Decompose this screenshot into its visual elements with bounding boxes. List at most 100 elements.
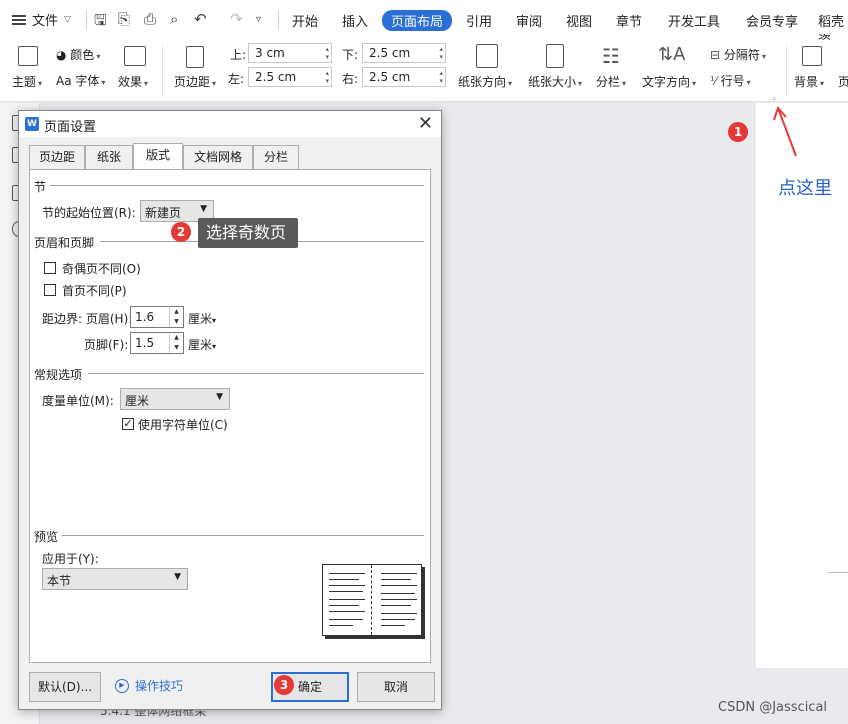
orientation-button[interactable]: 纸张方向 ▾ (458, 73, 512, 90)
char-unit-checkbox[interactable]: ✓ (122, 418, 134, 430)
margin-icon[interactable] (186, 46, 204, 68)
divider (62, 535, 424, 536)
effect-icon[interactable] (124, 46, 146, 66)
font-button[interactable]: Aa 字体 ▾ (56, 72, 105, 89)
odd-even-checkbox[interactable] (44, 262, 56, 274)
divider (162, 46, 163, 96)
chevron-down-icon: ▼ (200, 204, 207, 214)
tab-chapter[interactable]: 章节 (616, 11, 642, 30)
bottom-margin-input[interactable]: 2.5 cm ▴ ▾ (362, 43, 446, 63)
divider (86, 10, 87, 30)
odd-even-label: 奇偶页不同(O) (62, 262, 141, 276)
line-number-button[interactable]: ⅟ 行号 ▾ (710, 72, 751, 89)
ribbon: 主题 ▾ ◕ 颜色 ▾ Aa 字体 ▾ 效果 ▾ 页边距 ▾ 上: 3 cm ▴ ▾ 左: 2… (0, 40, 848, 102)
right-margin-input[interactable]: 2.5 cm ▴ ▾ (362, 67, 446, 87)
first-page-label: 首页不同(P) (62, 284, 127, 298)
tab-review[interactable]: 审阅 (516, 11, 542, 30)
tab-view[interactable]: 视图 (566, 11, 592, 30)
orientation-icon[interactable] (476, 44, 498, 68)
margin-button[interactable]: 页边距 ▾ (174, 73, 216, 90)
footer-unit-select[interactable]: 厘米▾ (188, 336, 216, 353)
dialog-title: 页面设置 (44, 120, 97, 135)
close-icon[interactable]: ✕ (418, 113, 433, 134)
section-heading: 节 (34, 180, 47, 194)
first-page-checkbox[interactable] (44, 284, 56, 296)
preview-right-page (377, 569, 421, 631)
tooltip-select-odd-page: 选择奇数页 (198, 218, 298, 248)
theme-button[interactable]: 主题 ▾ (12, 73, 42, 90)
text-direction-button[interactable]: 文字方向 ▾ (642, 73, 696, 90)
tab-developer[interactable]: 开发工具 (668, 11, 720, 30)
watermark: CSDN @Jasscical (718, 700, 828, 715)
measure-unit-label: 度量单位(M): (42, 394, 114, 408)
left-margin-label: 左: (228, 72, 245, 86)
hamburger-icon (12, 14, 26, 25)
tab-home[interactable]: 开始 (292, 11, 318, 30)
divider (50, 185, 424, 186)
tips-link[interactable]: ▶ 操作技巧 (115, 677, 183, 694)
tab-references[interactable]: 引用 (466, 11, 492, 30)
preview-left-page (327, 569, 371, 631)
tab-page-layout[interactable]: 页面布局 (382, 10, 453, 31)
top-margin-label: 上: (230, 48, 247, 62)
left-margin-input[interactable]: 2.5 cm ▴ ▾ (248, 67, 332, 87)
divider (278, 10, 279, 30)
default-button[interactable]: 默认(D)... (29, 672, 101, 702)
print-icon[interactable]: ⎙ (144, 10, 156, 28)
menu-bar: 文件 ▽ 🖫 ⎘ ⎙ ⌕ ↶ ↷ ▿ 开始 插入 页面布局 引用 审阅 视图 章… (0, 0, 848, 49)
top-margin-input[interactable]: 3 cm ▴ ▾ (248, 43, 332, 63)
paper-size-button[interactable]: 纸张大小 ▾ (528, 73, 582, 90)
header-unit-select[interactable]: 厘米▾ (188, 310, 216, 327)
tab-margins[interactable]: 页边距 (29, 145, 85, 169)
wps-icon: W (25, 117, 39, 131)
tab-columns[interactable]: 分栏 (253, 145, 299, 169)
effect-button[interactable]: 效果 ▾ (118, 73, 148, 90)
footer-distance-input[interactable]: 1.5 ▲ ▼ (130, 332, 184, 354)
play-icon: ▶ (115, 678, 129, 693)
right-margin-label: 右: (342, 72, 359, 86)
header-distance-label: 距边界: 页眉(H): (42, 312, 133, 326)
paper-size-icon[interactable] (546, 44, 564, 68)
step-badge-3: 3 (274, 675, 294, 695)
divider (88, 373, 424, 374)
page-setup-dialog: W 页面设置 ✕ 页边距 纸张 版式 文档网格 分栏 节 节的起始位置(R): … (18, 110, 442, 710)
file-menu[interactable]: 文件 ▽ (12, 10, 71, 29)
more-icon[interactable]: ▿ (256, 14, 261, 25)
chevron-down-icon: ▼ (216, 392, 223, 402)
page-margin-mark (828, 572, 848, 573)
header-distance-input[interactable]: 1.6 ▲ ▼ (130, 306, 184, 328)
undo-icon[interactable]: ↶ (194, 10, 207, 28)
step-badge-1: 1 (728, 122, 748, 142)
preview-spine (371, 565, 373, 635)
tab-paper[interactable]: 纸张 (85, 145, 133, 169)
footer-distance-label: 页脚(F): (84, 338, 129, 352)
background-icon[interactable] (802, 46, 822, 66)
color-button[interactable]: ◕ 颜色 ▾ (56, 46, 100, 63)
apply-to-label: 应用于(Y): (42, 552, 99, 566)
cancel-button[interactable]: 取消 (357, 672, 435, 702)
theme-icon[interactable] (18, 46, 38, 66)
tab-member[interactable]: 会员专享 (746, 11, 798, 30)
annotation-arrow-icon (773, 106, 797, 157)
chevron-down-icon: ▼ (174, 572, 181, 582)
redo-icon[interactable]: ↷ (230, 10, 243, 28)
file-menu-label: 文件 (32, 14, 59, 29)
columns-button[interactable]: 分栏 ▾ (596, 73, 626, 90)
separator-button[interactable]: ⊟ 分隔符 ▾ (710, 46, 766, 63)
page-setup-launcher-icon[interactable]: ⌟ (772, 92, 776, 101)
tab-insert[interactable]: 插入 (342, 11, 368, 30)
tab-doc-grid[interactable]: 文档网格 (183, 145, 253, 169)
tab-layout[interactable]: 版式 (133, 143, 183, 170)
text-direction-icon[interactable]: ⇅A (658, 44, 685, 65)
background-button[interactable]: 背景 ▾ (794, 73, 824, 90)
apply-to-select[interactable]: 本节 ▼ (42, 568, 188, 590)
export-icon[interactable]: ⎘ (118, 10, 130, 28)
spinner-icon: ▲ ▼ (169, 307, 183, 327)
preview-heading: 预览 (34, 530, 59, 544)
measure-unit-select[interactable]: 厘米 ▼ (120, 388, 230, 410)
print-preview-icon[interactable]: ⌕ (170, 10, 178, 28)
chevron-down-icon: ▽ (64, 14, 71, 25)
columns-icon[interactable]: ☷ (602, 44, 620, 68)
save-icon[interactable]: 🖫 (94, 10, 107, 35)
page-border-button[interactable]: 页 (838, 73, 848, 90)
